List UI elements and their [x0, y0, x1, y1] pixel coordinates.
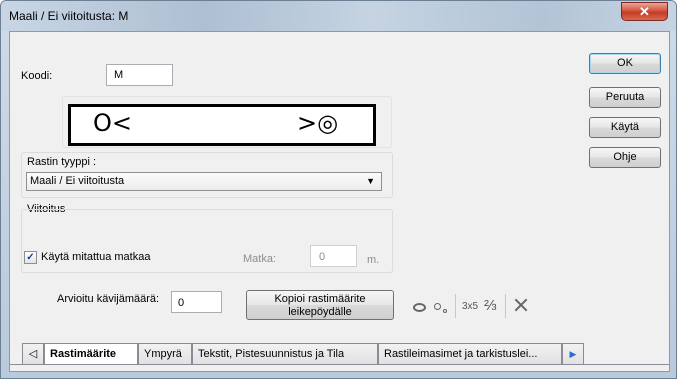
cross-icon[interactable]	[513, 297, 529, 313]
visitors-value: 0	[178, 297, 185, 309]
copy-button-line1: Kopioi rastimäärite	[274, 293, 366, 305]
distance-unit: m.	[367, 254, 380, 266]
copy-button-line2: leikepöydälle	[288, 306, 352, 318]
start-symbol: O<	[93, 109, 132, 137]
toolbar-separator	[455, 294, 456, 318]
toolbar-separator	[505, 294, 506, 318]
code-label: Koodi:	[21, 70, 53, 82]
small-circles-icon[interactable]	[434, 301, 448, 315]
distance-value: 0	[319, 251, 326, 263]
code-input[interactable]: M	[106, 64, 173, 86]
fraction-icon[interactable]: ⅔	[484, 297, 497, 314]
help-button[interactable]: Ohje	[589, 147, 661, 168]
tab-tekstit[interactable]: Tekstit, Pistesuunnistus ja Tila	[192, 343, 378, 364]
dialog-body: OK Peruuta Käytä Ohje Koodi: M O< >◎ Ras…	[9, 31, 670, 372]
visitors-input[interactable]: 0	[171, 291, 222, 313]
control-symbol-preview: O< >◎	[68, 104, 376, 146]
control-type-label: Rastin tyyppi :	[27, 156, 97, 168]
distance-input[interactable]: 0	[310, 245, 357, 267]
finish-symbol: >◎	[297, 109, 339, 137]
distance-label: Matka:	[243, 253, 277, 265]
use-measured-distance-label[interactable]: Käytä mitattua matkaa	[41, 251, 150, 263]
close-button[interactable]: ✕	[621, 2, 668, 21]
chevron-down-icon: ▼	[366, 176, 375, 186]
visitors-label: Arvioitu kävijämäärä:	[57, 293, 160, 305]
control-type-dropdown[interactable]: Maali / Ei viitoitusta ▼	[26, 172, 382, 191]
ok-button[interactable]: OK	[589, 53, 661, 74]
tab-strip: ◁ Rastimäärite Ympyrä Tekstit, Pistesuun…	[22, 343, 659, 364]
tab-ympyra[interactable]: Ympyrä	[138, 343, 192, 364]
ellipse-icon[interactable]	[413, 303, 426, 312]
code-value: M	[114, 69, 124, 81]
copy-to-clipboard-button[interactable]: Kopioi rastimäärite leikepöydälle	[246, 290, 394, 320]
tab-rastimaarite[interactable]: Rastimäärite	[44, 343, 138, 364]
title-bar[interactable]: Maali / Ei viitoitusta: M ✕	[1, 1, 676, 31]
tab-scroll-left[interactable]: ◁	[22, 343, 44, 364]
tab-strip-border	[10, 364, 669, 365]
dialog-window: Maali / Ei viitoitusta: M ✕ OK Peruuta K…	[0, 0, 677, 379]
apply-button[interactable]: Käytä	[589, 117, 661, 138]
cancel-button[interactable]: Peruuta	[589, 87, 661, 108]
grid-3x5-icon[interactable]: 3x5	[462, 301, 478, 312]
tab-rastileimasimet[interactable]: Rastileimasimet ja tarkistuslei...	[378, 343, 562, 364]
tab-scroll-right[interactable]: ▶	[562, 343, 584, 364]
window-title: Maali / Ei viitoitusta: M	[9, 9, 129, 23]
control-type-value: Maali / Ei viitoitusta	[30, 175, 125, 187]
use-measured-distance-checkbox[interactable]: ✓	[24, 251, 37, 264]
